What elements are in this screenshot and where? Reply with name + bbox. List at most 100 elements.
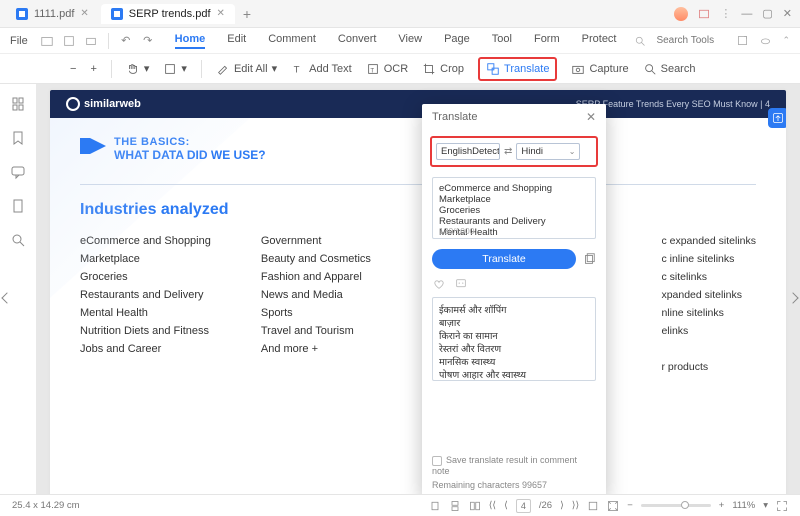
close-icon[interactable]: ✕ bbox=[217, 8, 225, 19]
source-language-select[interactable]: EnglishDetect⌄ bbox=[436, 143, 500, 160]
bookmark-icon[interactable] bbox=[10, 130, 26, 146]
translate-title: Translate bbox=[432, 111, 477, 123]
notification-icon[interactable] bbox=[698, 8, 710, 20]
menu-form[interactable]: Form bbox=[534, 33, 560, 49]
zoom-out-icon[interactable]: − bbox=[627, 500, 633, 511]
zoom-out-button[interactable]: − bbox=[70, 63, 76, 75]
edit-all-button[interactable]: Edit All▾ bbox=[216, 62, 277, 76]
list-item: Jobs and Career bbox=[80, 343, 211, 355]
list-item: xpanded sitelinks bbox=[661, 289, 756, 301]
fit-page-icon[interactable] bbox=[607, 500, 619, 512]
list-item: c expanded sitelinks bbox=[661, 235, 756, 247]
menu-view[interactable]: View bbox=[398, 33, 422, 49]
menu-protect[interactable]: Protect bbox=[582, 33, 617, 49]
list-item: News and Media bbox=[261, 289, 371, 301]
zoom-in-button[interactable]: + bbox=[90, 63, 96, 75]
list-item: c inline sitelinks bbox=[661, 253, 756, 265]
search-button[interactable]: Search bbox=[643, 62, 696, 76]
share-icon[interactable] bbox=[736, 34, 749, 47]
tab-1111[interactable]: 1111.pdf ✕ bbox=[6, 4, 99, 24]
new-tab-button[interactable]: + bbox=[237, 4, 257, 24]
output-line: रेस्तरां और वितरण bbox=[439, 342, 589, 355]
feedback-icon[interactable] bbox=[454, 277, 468, 291]
translate-output[interactable]: ईकामर्स और शॉपिंग बाज़ार किराने का सामान… bbox=[432, 297, 596, 381]
tab-serp-trends[interactable]: SERP trends.pdf ✕ bbox=[101, 4, 235, 24]
maximize-button[interactable]: ▢ bbox=[762, 7, 772, 20]
chevron-down-icon: ⌄ bbox=[569, 147, 576, 156]
fit-width-icon[interactable] bbox=[587, 500, 599, 512]
cloud-icon[interactable] bbox=[759, 34, 772, 47]
avatar[interactable] bbox=[674, 7, 688, 21]
close-window-button[interactable]: ✕ bbox=[783, 7, 792, 20]
total-pages: /26 bbox=[539, 500, 552, 511]
last-page-button[interactable]: ⟩⟩ bbox=[572, 500, 579, 511]
prev-page-button[interactable]: ⟨ bbox=[504, 500, 508, 511]
menu-page[interactable]: Page bbox=[444, 33, 470, 49]
save-icon[interactable] bbox=[62, 34, 76, 48]
input-line: Groceries bbox=[439, 205, 589, 216]
next-page-button[interactable]: ⟩ bbox=[560, 500, 564, 511]
search-panel-icon[interactable] bbox=[10, 232, 26, 248]
comment-icon[interactable] bbox=[10, 164, 26, 180]
capture-button[interactable]: Capture bbox=[571, 62, 628, 76]
undo-icon[interactable]: ↶ bbox=[119, 34, 133, 48]
search-tools-input[interactable] bbox=[656, 35, 726, 46]
swap-languages-icon[interactable]: ⇄ bbox=[504, 146, 512, 157]
page-number-input[interactable]: 4 bbox=[516, 499, 531, 513]
minimize-button[interactable]: — bbox=[741, 8, 752, 20]
list-item: eCommerce and Shopping bbox=[80, 235, 211, 247]
divider bbox=[80, 184, 756, 185]
attachment-icon[interactable] bbox=[10, 198, 26, 214]
zoom-slider[interactable] bbox=[641, 504, 711, 507]
statusbar: 25.4 x 14.29 cm ⟨⟨ ⟨ 4 /26 ⟩ ⟩⟩ − + 111%… bbox=[0, 494, 800, 516]
list-item: Restaurants and Delivery bbox=[80, 289, 211, 301]
kebab-icon[interactable]: ⋮ bbox=[720, 7, 731, 20]
ocr-button[interactable]: TOCR bbox=[366, 62, 408, 76]
thumbnails-icon[interactable] bbox=[10, 96, 26, 112]
fullscreen-icon[interactable] bbox=[776, 500, 788, 512]
toolbar: − + ▾ ▾ Edit All▾ TAdd Text TOCR Crop Tr… bbox=[0, 54, 800, 84]
view-single-icon[interactable] bbox=[429, 500, 441, 512]
list-item: Travel and Tourism bbox=[261, 325, 371, 337]
redo-icon[interactable]: ↷ bbox=[141, 34, 155, 48]
copy-icon[interactable] bbox=[582, 252, 596, 266]
first-page-button[interactable]: ⟨⟨ bbox=[489, 500, 496, 511]
add-text-button[interactable]: TAdd Text bbox=[291, 62, 352, 76]
view-two-page-icon[interactable] bbox=[469, 500, 481, 512]
output-line: ईकामर्स और शॉपिंग bbox=[439, 303, 589, 316]
output-line: पोषण आहार और स्वास्थ्य bbox=[439, 368, 589, 381]
logo-icon bbox=[66, 97, 80, 111]
output-line: मानसिक स्वास्थ्य bbox=[439, 355, 589, 368]
save-note-checkbox[interactable] bbox=[432, 456, 442, 466]
print-icon[interactable] bbox=[84, 34, 98, 48]
translate-run-button[interactable]: Translate bbox=[432, 249, 576, 269]
industries-col-2: Government Beauty and Cosmetics Fashion … bbox=[261, 235, 371, 373]
translate-input[interactable]: eCommerce and Shopping Marketplace Groce… bbox=[432, 177, 596, 239]
collapse-ribbon-icon[interactable]: ⌃ bbox=[782, 35, 790, 46]
crop-button[interactable]: Crop bbox=[422, 62, 464, 76]
menu-convert[interactable]: Convert bbox=[338, 33, 377, 49]
target-language-select[interactable]: Hindi⌄ bbox=[516, 143, 580, 160]
menu-home[interactable]: Home bbox=[175, 33, 206, 49]
pdf-icon bbox=[111, 8, 123, 20]
input-line: Marketplace bbox=[439, 194, 589, 205]
similarweb-logo: similarweb bbox=[66, 97, 141, 111]
view-continuous-icon[interactable] bbox=[449, 500, 461, 512]
zoom-level: 111% bbox=[732, 500, 755, 511]
close-icon[interactable]: ✕ bbox=[80, 8, 88, 19]
hand-tool[interactable]: ▾ bbox=[126, 62, 150, 76]
menu-edit[interactable]: Edit bbox=[227, 33, 246, 49]
close-panel-icon[interactable]: ✕ bbox=[586, 110, 596, 124]
zoom-in-icon[interactable]: + bbox=[719, 500, 725, 511]
translate-button[interactable]: Translate bbox=[478, 57, 557, 81]
zoom-dropdown[interactable]: ▾ bbox=[763, 500, 768, 511]
select-tool[interactable]: ▾ bbox=[163, 62, 187, 76]
menu-tool[interactable]: Tool bbox=[492, 33, 512, 49]
next-page-arrow[interactable] bbox=[787, 292, 798, 303]
like-icon[interactable] bbox=[432, 277, 446, 291]
open-icon[interactable] bbox=[40, 34, 54, 48]
tab-label: 1111.pdf bbox=[34, 8, 74, 20]
file-menu[interactable]: File bbox=[10, 35, 28, 47]
list-item: Mental Health bbox=[80, 307, 211, 319]
menu-comment[interactable]: Comment bbox=[268, 33, 316, 49]
